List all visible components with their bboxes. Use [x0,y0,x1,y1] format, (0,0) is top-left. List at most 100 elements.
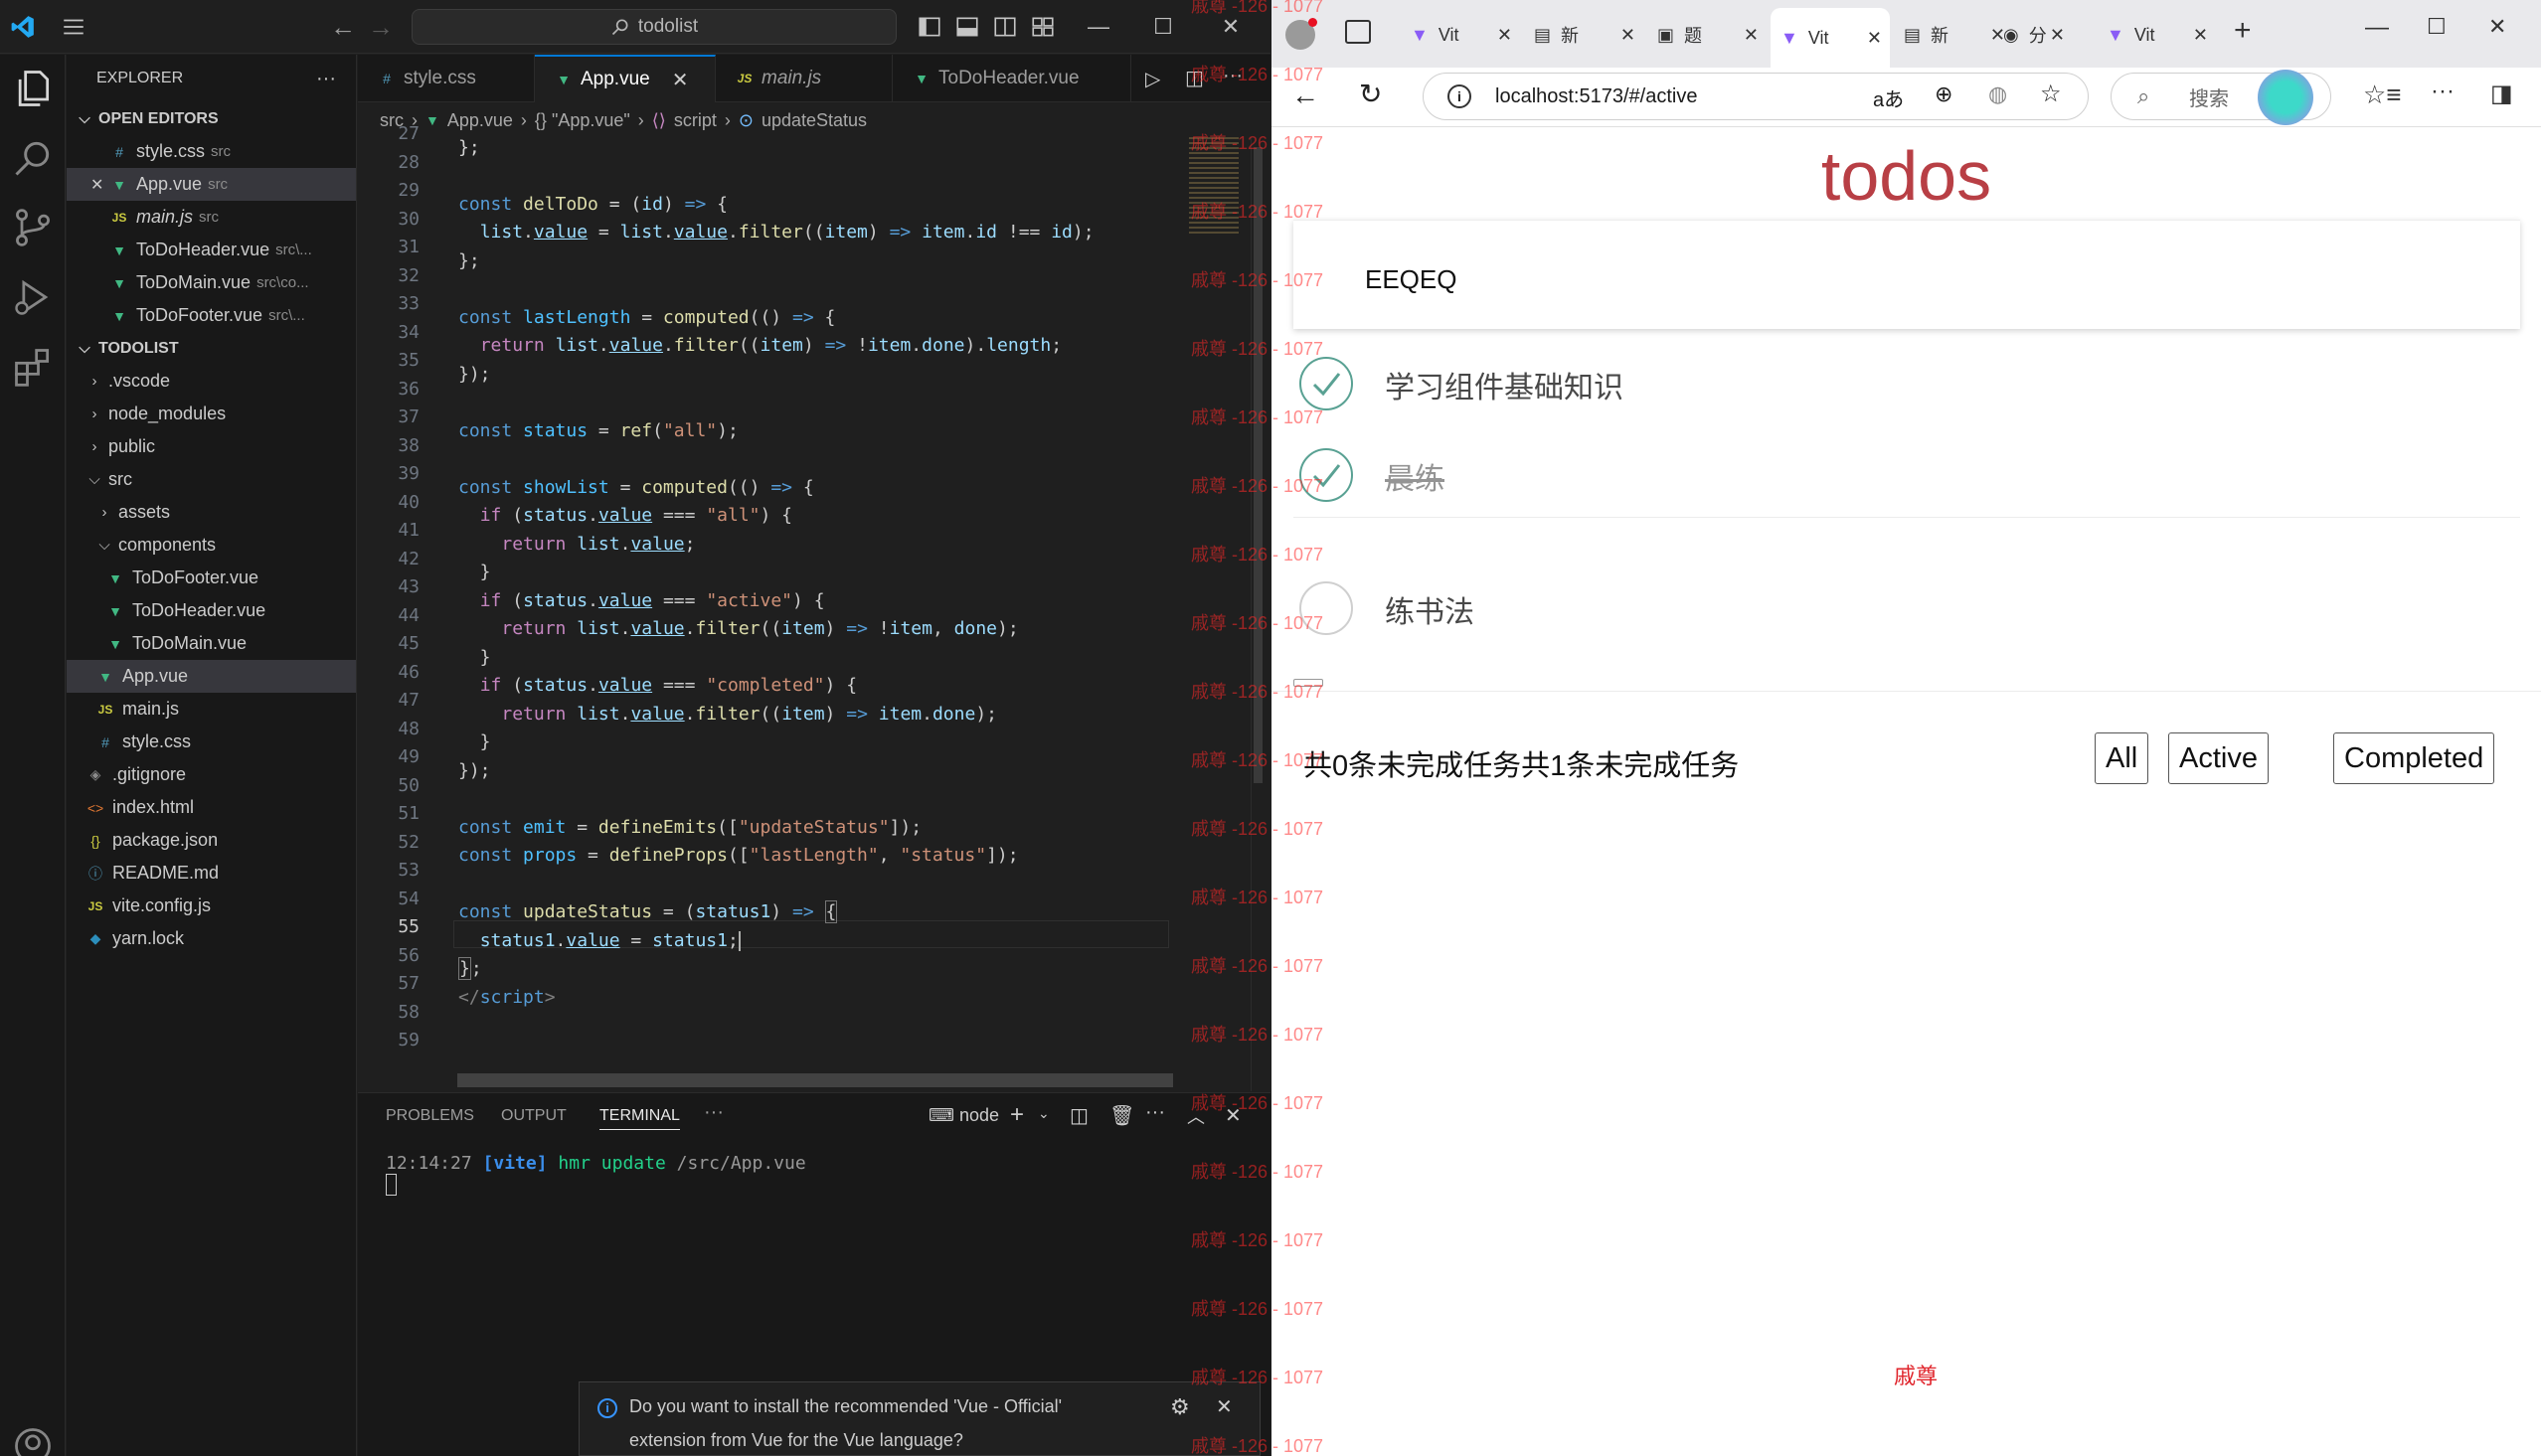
breadcrumb-item[interactable]: updateStatus [762,110,867,131]
toggle-panel-icon[interactable] [954,14,980,40]
forward-arrow-icon[interactable]: → [366,12,396,42]
tree-item[interactable]: ◈ .gitignore [67,758,356,791]
tree-item[interactable]: ▼ ToDoFooter.vue [67,562,356,594]
sidebar-toggle-icon[interactable]: ◨ [2490,80,2513,108]
browser-tab[interactable]: ▼ Vit ✕ [2097,14,2216,56]
tree-item[interactable]: JS main.js [67,693,356,726]
filter-all-button[interactable]: All [2095,732,2149,784]
horizontal-scrollbar[interactable] [457,1073,1173,1087]
gear-icon[interactable]: ⚙ [1170,1394,1190,1420]
tree-item[interactable]: {} package.json [67,824,356,857]
open-editor-item[interactable]: ▼ ToDoMain.vue src\co... [67,266,356,299]
breadcrumb-item[interactable]: script [674,110,717,131]
chevron-down-icon[interactable]: ⌄ [1038,1105,1050,1122]
vertical-scrollbar[interactable] [1251,137,1265,1091]
close-window-button[interactable]: ✕ [2488,14,2506,40]
close-panel-icon[interactable]: ✕ [1225,1103,1242,1128]
breadcrumb-item[interactable]: App.vue [447,110,513,131]
tree-item[interactable]: › public [67,430,356,463]
notification-toast[interactable]: i Do you want to install the recommended… [579,1381,1261,1456]
close-tab-icon[interactable]: ✕ [1497,25,1512,46]
account-icon[interactable] [11,1424,55,1456]
profile-avatar[interactable] [1285,18,1317,50]
search-icon[interactable] [11,136,55,180]
command-center-search[interactable]: todolist [412,9,897,45]
browser-tab-active[interactable]: ▼ Vit ✕ [1771,8,1890,68]
panel-more-icon[interactable]: ··· [704,1101,724,1124]
extensions-icon[interactable] [11,345,55,389]
customize-layout-icon[interactable] [1030,14,1056,40]
open-editor-item[interactable]: ▼ ToDoHeader.vue src\... [67,234,356,266]
tree-item[interactable]: ▼ ToDoMain.vue [67,627,356,660]
close-window-button[interactable]: ✕ [1211,10,1251,44]
run-debug-icon[interactable] [11,275,55,319]
maximize-button[interactable]: ☐ [1143,10,1183,44]
tree-item[interactable]: ⌵ src [67,463,356,496]
toggle-all-handle[interactable] [1293,679,1323,687]
minimize-button[interactable]: — [1079,10,1118,44]
panel-tab-problems[interactable]: PROBLEMS [386,1107,474,1125]
close-tab-icon[interactable]: ✕ [2050,25,2065,46]
tab-todoheader-vue[interactable]: ▼ ToDoHeader.vue [893,55,1131,102]
close-editor-icon[interactable]: ✕ [90,175,103,195]
panel-tab-output[interactable]: OUTPUT [501,1107,567,1125]
tree-item[interactable]: › .vscode [67,365,356,398]
tree-item[interactable]: # style.css [67,726,356,758]
back-arrow-icon[interactable]: ← [1291,80,1319,111]
tree-item[interactable]: <> index.html [67,791,356,824]
read-aloud-icon[interactable]: aあ [1873,83,1904,112]
explorer-files-icon[interactable] [11,67,55,110]
browser-tab[interactable]: ▣ 题 ✕ [1647,14,1767,56]
todo-checkbox[interactable] [1299,448,1353,502]
panel-tab-terminal[interactable]: TERMINAL [599,1107,680,1130]
more-actions-icon[interactable]: ··· [316,68,336,90]
settings-more-icon[interactable]: ··· [2431,78,2455,105]
menu-icon[interactable] [60,14,87,40]
close-tab-icon[interactable]: ✕ [1867,28,1882,49]
tab-style-css[interactable]: # style.css [358,55,535,102]
favorites-icon[interactable]: ☆≡ [2363,80,2401,110]
editor-more-icon[interactable]: ··· [1223,65,1243,87]
open-editor-item[interactable]: JS main.js src [67,201,356,234]
split-editor-icon[interactable]: ◫ [1185,66,1204,90]
source-control-icon[interactable] [11,206,55,249]
code-editor[interactable]: 27 28 29 30 31 32 33 34 35 36 37 38 39 40 41 42 43 44 45 46… [358,123,1183,1091]
new-todo-input[interactable]: EEQEQ [1293,220,2520,329]
browser-tab[interactable]: ▤ 新 ✕ [1524,14,1643,56]
edge-icon[interactable]: ◍ [1988,81,2007,107]
toggle-sidebar-icon[interactable] [917,14,942,40]
assistant-avatar-icon[interactable] [2258,70,2313,125]
terminal-more-icon[interactable]: ··· [1145,1101,1165,1124]
new-tab-icon[interactable]: + [2234,14,2252,48]
run-file-icon[interactable]: ▷ [1145,67,1160,91]
tab-actions-icon[interactable] [1345,20,1371,44]
close-icon[interactable]: ✕ [1216,1394,1233,1419]
url-bar[interactable]: i localhost:5173/#/active aあ ⊕ ◍ ☆ [1423,73,2089,120]
close-tab-icon[interactable]: ✕ [1620,25,1635,46]
terminal-shell-selector[interactable]: ⌨ node [929,1105,999,1126]
terminal-output[interactable]: 12:14:27 [vite] hmr update /src/App.vue [386,1153,806,1201]
tree-item[interactable]: JS vite.config.js [67,890,356,922]
open-editor-item[interactable]: ✕ ▼ App.vue src [67,168,356,201]
todo-checkbox[interactable] [1299,357,1353,410]
filter-completed-button[interactable]: Completed [2333,732,2495,784]
trash-icon[interactable]: 🗑 [1109,1103,1134,1128]
maximize-panel-icon[interactable]: ︿ [1187,1103,1205,1129]
tree-item[interactable]: ⌵ components [67,529,356,562]
tree-item[interactable]: › node_modules [67,398,356,430]
tab-app-vue[interactable]: ▼ App.vue ✕ [535,55,716,102]
favorite-star-icon[interactable]: ☆ [2040,80,2062,108]
tree-item[interactable]: ▼ ToDoHeader.vue [67,594,356,627]
toggle-secondary-sidebar-icon[interactable] [992,14,1018,40]
minimap[interactable] [1183,137,1251,1091]
breadcrumb-item[interactable]: {} "App.vue" [535,110,630,131]
tab-main-js[interactable]: JS main.js [716,55,893,102]
split-terminal-icon[interactable]: ◫ [1070,1103,1089,1128]
zoom-icon[interactable]: ⊕ [1935,81,1952,107]
close-tab-icon[interactable]: ✕ [672,68,689,92]
tree-item[interactable]: › assets [67,496,356,529]
minimize-button[interactable]: — [2365,14,2389,42]
close-tab-icon[interactable]: ✕ [2193,25,2208,46]
filter-active-button[interactable]: Active [2168,732,2269,784]
refresh-icon[interactable]: ↻ [1359,78,1382,110]
